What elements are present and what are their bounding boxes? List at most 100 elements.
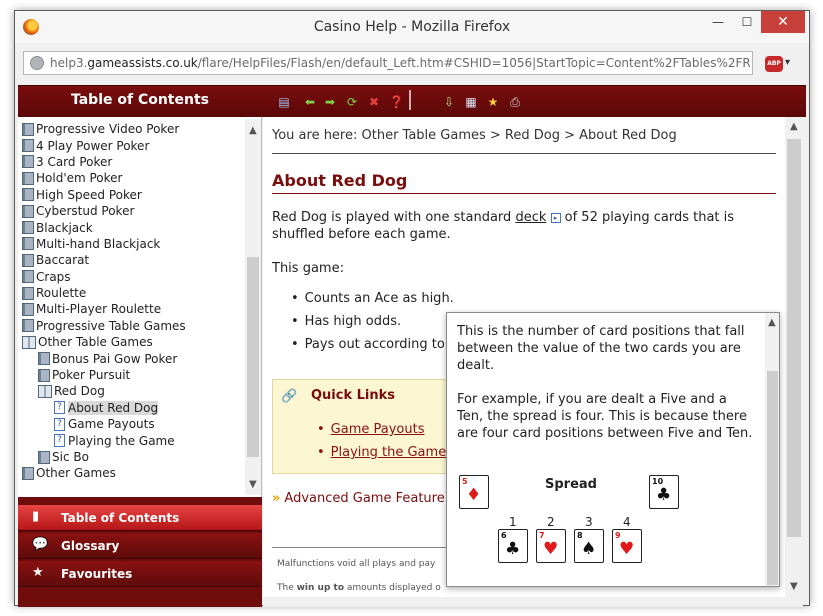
content-scroll-down-icon[interactable]: ▼ [790, 581, 798, 592]
book-icon [22, 286, 34, 300]
toc-item[interactable]: Sic Bo [22, 449, 244, 465]
nav-button-favourites[interactable]: ★ Favourites [18, 561, 262, 587]
footer-malfunction-text: Malfunctions void all plays and pay [277, 559, 436, 569]
book-icon [22, 188, 34, 202]
toc-item[interactable]: Progressive Table Games [22, 318, 244, 334]
toc-item[interactable]: Multi-hand Blackjack [22, 236, 244, 252]
book-icon [22, 237, 34, 251]
toolbar-separator [409, 90, 411, 110]
list-item: Counts an Ace as high. [291, 291, 454, 314]
book-icon [22, 302, 34, 316]
toc-item[interactable]: Blackjack [22, 219, 244, 235]
toc-item-label: 4 Play Power Poker [36, 138, 150, 153]
download-icon[interactable]: ⇩ [442, 95, 456, 109]
spade-suit-icon: ♠ [581, 539, 597, 559]
content-scroll-thumb[interactable] [787, 139, 801, 537]
advanced-game-features-link[interactable]: » Advanced Game Feature [272, 491, 445, 506]
help-icon[interactable]: ❓ [389, 95, 404, 109]
url-text[interactable]: help3.gameassists.co.uk/flare/HelpFiles/… [50, 56, 750, 70]
deck-glossary-link[interactable]: deck [515, 210, 546, 225]
toc-item-label: Sic Bo [52, 450, 89, 464]
toc-item[interactable]: Baccarat [22, 252, 244, 268]
url-path: /flare/HelpFiles/Flash/en/default_Left.h… [197, 56, 750, 70]
toc-item-label: Multi-hand Blackjack [36, 236, 161, 251]
popup-definition: This is the number of card positions tha… [457, 324, 745, 373]
adblock-dropdown-icon[interactable]: ▾ [785, 57, 790, 68]
toc-item[interactable]: ? Playing the Game [22, 432, 244, 448]
toc-item-label: Craps [36, 269, 71, 284]
toc-scroll-thumb[interactable] [247, 257, 259, 457]
toc-item-label: Hold'em Poker [36, 171, 123, 186]
nav-button-glossary[interactable]: 💬 Glossary [18, 533, 262, 559]
toc-item-label: Poker Pursuit [52, 368, 131, 383]
toc-item[interactable]: Roulette [22, 285, 244, 301]
diamond-suit-icon: ♦ [466, 485, 482, 505]
spread-label: Spread [545, 477, 597, 492]
intro-text-1: Red Dog is played with one standard [272, 210, 516, 225]
content-scroll-up-icon[interactable]: ▲ [790, 121, 798, 132]
toc-item[interactable]: Red Dog [22, 383, 244, 399]
footer-win-text: The win up to amounts displayed o [277, 583, 441, 593]
game-payouts-link[interactable]: Game Payouts [317, 422, 425, 437]
toc-scroll-up-icon[interactable]: ▲ [249, 125, 257, 136]
maximize-button[interactable]: ☐ [734, 11, 760, 33]
adblock-icon[interactable]: ABP [765, 56, 783, 72]
toc-item-label: Cyberstud Poker [36, 204, 135, 219]
footer-win-text-b: win up to [296, 583, 345, 593]
toc-item-label: Blackjack [36, 220, 93, 235]
nav-button-label: Favourites [61, 567, 133, 581]
quick-links-box: 🔗 Quick Links Game Payouts Playing the G… [272, 379, 472, 474]
favourite-star-icon[interactable]: ★ [486, 95, 500, 109]
toc-scroll-down-icon[interactable]: ▼ [249, 479, 257, 490]
horizontal-scrollbar[interactable] [263, 597, 803, 607]
toc-pane: Progressive Video Poker 4 Play Power Poke… [18, 117, 262, 497]
glossary-popup[interactable]: This is the number of card positions tha… [446, 312, 780, 587]
intro-text-2: of 52 playing cards that is [560, 210, 735, 225]
glossary-popup-icon[interactable]: ▸ [550, 213, 561, 223]
card-six-clubs: 6 ♣ [498, 529, 528, 563]
back-arrow-icon[interactable]: ⬅ [303, 95, 317, 109]
toc-item-label: 3 Card Poker [36, 154, 113, 169]
popup-example: For example, if you are dealt a Five and… [457, 392, 753, 441]
footer-win-text-c: amounts displayed o [344, 583, 441, 593]
playing-the-game-link[interactable]: Playing the Game [317, 445, 447, 460]
book-icon [22, 122, 34, 136]
minimize-button[interactable]: — [705, 11, 731, 33]
nav-button-table-of-contents[interactable]: ▮ Table of Contents [18, 505, 262, 531]
toc-item[interactable]: Craps [22, 269, 244, 285]
toc-item[interactable]: ? Game Payouts [22, 416, 244, 432]
toc-item[interactable]: Progressive Video Poker [22, 121, 244, 137]
refresh-icon[interactable]: ⟳ [345, 95, 359, 109]
document-icon[interactable]: ▦ [464, 95, 478, 109]
toc-item-label: Other Games [36, 466, 116, 481]
nav-buttons-panel: ▮ Table of Contents 💬 Glossary ★ Favourites [18, 497, 262, 607]
forward-arrow-icon[interactable]: ➡ [323, 95, 337, 109]
toc-item[interactable]: Cyberstud Poker [22, 203, 244, 219]
toc-item[interactable]: Poker Pursuit [22, 367, 244, 383]
toc-item[interactable]: ? About Red Dog [22, 400, 244, 416]
toc-item[interactable]: High Speed Poker [22, 187, 244, 203]
book-icon [22, 270, 34, 284]
close-button[interactable]: ✕ [761, 11, 805, 33]
book-icon [22, 253, 34, 267]
toc-item[interactable]: Other Table Games [22, 334, 244, 350]
toc-item-label: Progressive Video Poker [36, 122, 180, 137]
toc-item[interactable]: 3 Card Poker [22, 154, 244, 170]
toggle-pane-icon[interactable]: ▤ [277, 95, 291, 109]
toc-item[interactable]: 4 Play Power Poker [22, 137, 244, 153]
stop-icon[interactable]: ✖ [367, 95, 381, 109]
popup-scroll-thumb[interactable] [767, 371, 778, 585]
toc-item-label: High Speed Poker [36, 187, 142, 202]
toc-item[interactable]: Multi-Player Roulette [22, 301, 244, 317]
print-icon[interactable]: ⎙ [508, 95, 522, 109]
toc-item[interactable]: Other Games [22, 465, 244, 481]
features-list: Counts an Ace as high. Has high odds. Pa… [291, 291, 454, 360]
address-bar[interactable]: help3.gameassists.co.uk/flare/HelpFiles/… [23, 51, 753, 75]
double-chevron-icon: » [272, 491, 281, 506]
help-page-icon: ? [54, 434, 65, 448]
popup-scroll-up-icon[interactable]: ▲ [768, 317, 776, 328]
toc-item-label: Bonus Pai Gow Poker [52, 351, 178, 366]
chain-link-icon: 🔗 [281, 389, 298, 404]
toc-item[interactable]: Bonus Pai Gow Poker [22, 350, 244, 366]
toc-item[interactable]: Hold'em Poker [22, 170, 244, 186]
